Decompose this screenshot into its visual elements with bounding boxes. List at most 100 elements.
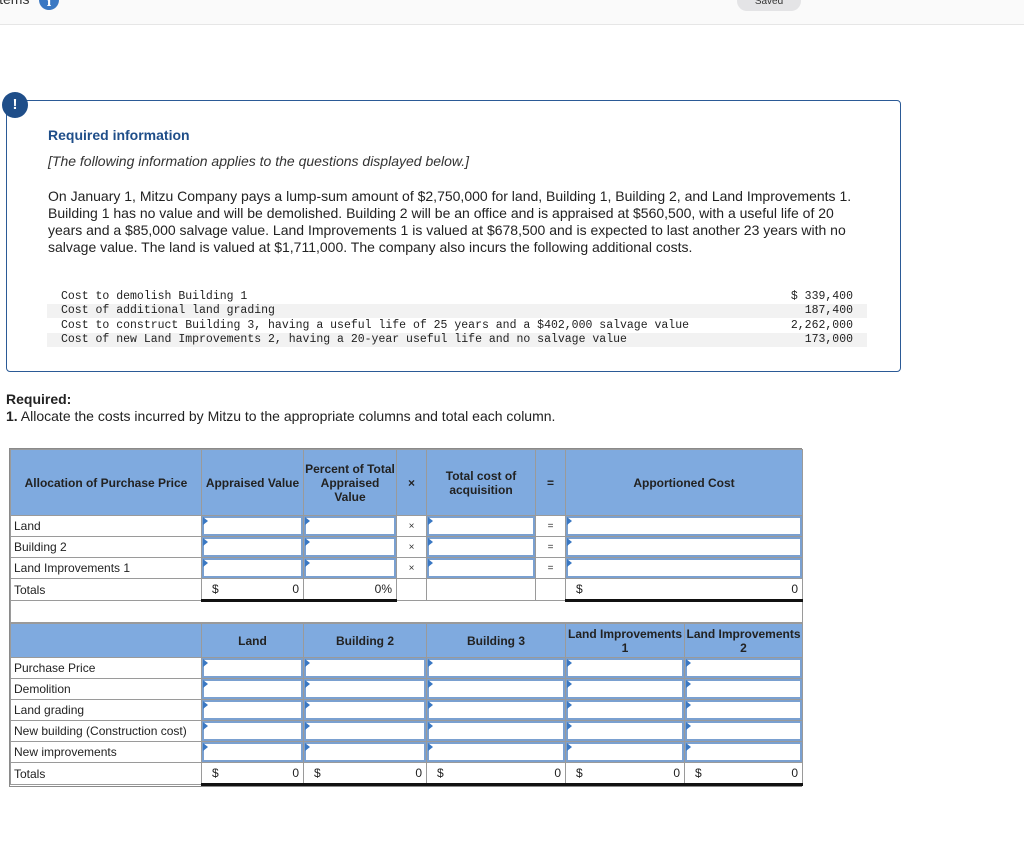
cost-allocation-table: Land Building 2 Building 3 Land Improvem… [10,623,803,786]
row-label: New improvements [10,741,202,763]
demolition-building2-input[interactable] [304,679,426,699]
landimp1-appraised-input[interactable] [202,558,303,578]
new-building-landimp2-input[interactable] [685,721,802,741]
currency-symbol: $ [212,582,219,596]
cost-row: Cost of additional land grading 187,400 [47,303,867,318]
building2-percent-input[interactable] [304,537,396,557]
building3-total: $0 [426,762,566,786]
header-appraised-value: Appraised Value [201,449,304,516]
land-percent-input[interactable] [304,516,396,536]
header-total-cost: Total cost of acquisition [426,449,536,516]
items-label: items [0,0,29,7]
landimp1-total: $0 [565,762,685,786]
landimp2-total: $0 [684,762,803,786]
new-improvements-landimp1-input[interactable] [566,742,684,762]
row-label: Demolition [10,678,202,700]
times-icon: × [396,557,427,579]
demolition-landimp2-input[interactable] [685,679,802,699]
header-building-2: Building 2 [303,623,427,658]
currency-symbol: $ [576,766,583,780]
total-value: 0 [292,766,299,780]
new-improvements-landimp2-input[interactable] [685,742,802,762]
header-land-improvements-2: Land Improvements 2 [684,623,803,658]
new-building-land-input[interactable] [202,721,303,741]
total-value: 0 [791,766,798,780]
new-improvements-building2-input[interactable] [304,742,426,762]
currency-symbol: $ [695,766,702,780]
building2-appraised-input[interactable] [202,537,303,557]
currency-symbol: $ [212,766,219,780]
purchase-price-landimp2-input[interactable] [685,658,802,678]
saved-button[interactable]: Saved [737,0,801,11]
land-grading-building2-input[interactable] [304,700,426,720]
building2-total-cost-input[interactable] [427,537,535,557]
header-blank [10,623,202,658]
land-total-cost-input[interactable] [427,516,535,536]
new-improvements-building3-input[interactable] [427,742,565,762]
allocation-row-building-2: Building 2 × = [10,536,803,558]
landimp1-percent-input[interactable] [304,558,396,578]
land-grading-building3-input[interactable] [427,700,565,720]
new-building-landimp1-input[interactable] [566,721,684,741]
currency-symbol: $ [314,766,321,780]
demolition-building3-input[interactable] [427,679,565,699]
purchase-price-land-input[interactable] [202,658,303,678]
appraised-total: $0 [201,578,304,602]
apportioned-total: $0 [565,578,803,602]
cost-label: Cost of additional land grading [47,303,767,318]
top-bar: items i Saved [0,0,1024,25]
allocation-table: Allocation of Purchase Price Appraised V… [10,449,803,623]
demolition-landimp1-input[interactable] [566,679,684,699]
land-apportioned-input[interactable] [566,516,802,536]
equals-icon: = [535,536,566,558]
header-percent: Percent of Total Appraised Value [303,449,397,516]
row-label: Land [10,515,202,537]
empty-cell [426,578,536,601]
equals-header: = [535,449,566,516]
demolition-land-input[interactable] [202,679,303,699]
alert-icon: ! [2,92,28,118]
cost-row-demolition: Demolition [10,678,803,700]
info-icon[interactable]: i [39,0,59,10]
building2-apportioned-input[interactable] [566,537,802,557]
landimp1-apportioned-input[interactable] [566,558,802,578]
allocation-row-land-improvements-1: Land Improvements 1 × = [10,557,803,579]
new-improvements-land-input[interactable] [202,742,303,762]
purchase-price-building3-input[interactable] [427,658,565,678]
header-building-3: Building 3 [426,623,566,658]
header-land: Land [201,623,304,658]
cost-label: Cost to demolish Building 1 [61,289,248,303]
row-label: Totals [10,762,202,785]
percent-total: 0% [303,578,397,602]
allocation-row-land: Land × = [10,515,803,537]
cost-row-purchase-price: Purchase Price [10,657,803,679]
land-grading-landimp2-input[interactable] [685,700,802,720]
equals-icon: = [535,515,566,537]
land-grading-landimp1-input[interactable] [566,700,684,720]
row-label: Land grading [10,699,202,721]
cost-totals-row: Totals $0 $0 $0 $0 $0 [10,762,803,786]
landimp1-total-cost-input[interactable] [427,558,535,578]
land-grading-land-input[interactable] [202,700,303,720]
header-land-improvements-1: Land Improvements 1 [565,623,685,658]
land-total: $0 [201,762,304,786]
cost-amount: 2,262,000 [790,318,853,332]
new-building-building2-input[interactable] [304,721,426,741]
header-apportioned-cost: Apportioned Cost [565,449,803,516]
purchase-price-landimp1-input[interactable] [566,658,684,678]
total-value: 0 [292,582,299,596]
total-value: 0 [791,582,798,596]
required-instruction: 1. Allocate the costs incurred by Mitzu … [6,408,555,424]
cost-row: Cost of new Land Improvements 2, having … [47,332,867,347]
cost-label: Cost to construct Building 3, having a u… [61,318,690,332]
purchase-price-building2-input[interactable] [304,658,426,678]
new-building-building3-input[interactable] [427,721,565,741]
info-title: Required information [48,127,190,143]
cost-row-new-improvements: New improvements [10,741,803,763]
row-label: Purchase Price [10,657,202,679]
cost-amount: 173,000 [766,332,867,347]
worksheet: Allocation of Purchase Price Appraised V… [9,448,803,787]
empty-cell [396,578,427,601]
times-header: × [396,449,427,516]
land-appraised-input[interactable] [202,516,303,536]
